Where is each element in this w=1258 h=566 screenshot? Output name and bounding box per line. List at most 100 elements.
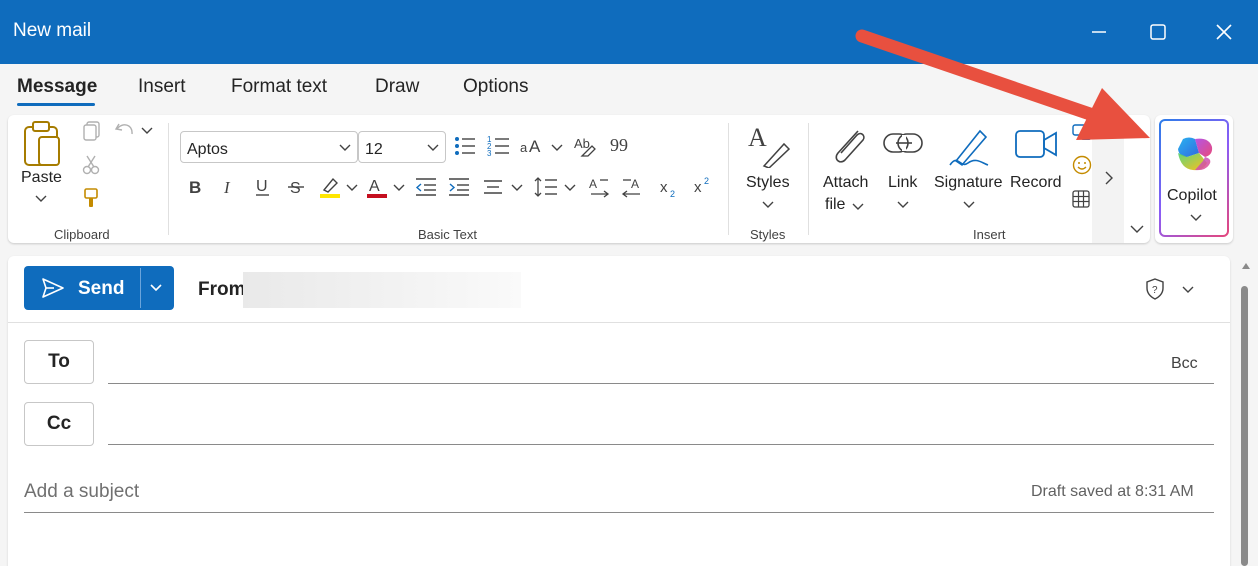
copilot-icon	[1178, 137, 1213, 171]
signature-chevron-down-icon[interactable]	[963, 201, 975, 209]
copy-icon[interactable]	[83, 121, 101, 141]
undo-icon[interactable]	[114, 120, 136, 140]
increase-indent-icon[interactable]	[447, 177, 471, 197]
svg-text:?: ?	[1152, 285, 1158, 296]
copilot-card: Copilot	[1155, 115, 1233, 243]
attach-file-label-1[interactable]: Attach	[823, 174, 868, 192]
paste-label[interactable]: Paste	[21, 169, 62, 187]
copilot-button[interactable]: Copilot	[1159, 119, 1229, 237]
styles-icon[interactable]: A	[746, 122, 790, 168]
align-chevron-down-icon[interactable]	[511, 184, 523, 192]
change-case-icon[interactable]: aA	[520, 135, 546, 157]
group-separator	[168, 123, 169, 235]
from-address-redacted	[243, 272, 521, 308]
scrollbar-thumb[interactable]	[1241, 286, 1248, 566]
from-label[interactable]: From	[198, 279, 246, 301]
clear-formatting-icon[interactable]: Ab	[574, 134, 596, 158]
svg-text:2: 2	[670, 189, 675, 198]
attach-file-chevron-down-icon[interactable]	[852, 203, 864, 211]
basic-text-group-label: Basic Text	[418, 227, 478, 242]
svg-text:x: x	[694, 179, 702, 195]
ribbon-expand-chevron-down-icon[interactable]	[1130, 225, 1144, 234]
line-spacing-chevron-down-icon[interactable]	[564, 184, 576, 192]
strikethrough-icon[interactable]: S	[287, 177, 305, 197]
decrease-indent-icon[interactable]	[414, 177, 438, 197]
superscript-icon[interactable]: x2	[693, 175, 713, 195]
group-separator	[808, 123, 809, 235]
svg-text:Ab: Ab	[574, 136, 590, 151]
window-title: New mail	[13, 20, 92, 41]
send-icon	[42, 278, 64, 298]
paste-chevron-down-icon[interactable]	[35, 195, 47, 203]
font-color-chevron-down-icon[interactable]	[393, 184, 405, 192]
link-label[interactable]: Link	[888, 174, 917, 192]
styles-label[interactable]: Styles	[746, 174, 790, 192]
quote-icon[interactable]: 99	[610, 137, 628, 153]
font-name-select[interactable]: Aptos	[180, 131, 358, 163]
clipboard-group-label: Clipboard	[54, 227, 110, 242]
underline-icon[interactable]: U	[254, 177, 272, 197]
close-icon	[1216, 24, 1232, 40]
tab-options[interactable]: Options	[463, 76, 528, 98]
close-button[interactable]	[1201, 14, 1247, 50]
svg-text:I: I	[223, 178, 231, 197]
svg-text:U: U	[256, 178, 268, 195]
font-color-icon[interactable]: A	[366, 175, 388, 199]
signature-label[interactable]: Signature	[934, 174, 1003, 192]
to-button[interactable]: To	[24, 340, 94, 384]
align-icon[interactable]	[483, 178, 503, 196]
send-button[interactable]: Send	[24, 266, 174, 310]
tab-format-text[interactable]: Format text	[231, 76, 327, 98]
group-separator	[728, 123, 729, 235]
paste-icon[interactable]	[22, 121, 62, 167]
link-chevron-down-icon[interactable]	[897, 201, 909, 209]
svg-text:99: 99	[610, 137, 628, 153]
svg-text:x: x	[660, 179, 668, 196]
cc-field[interactable]	[108, 444, 1214, 445]
subscript-icon[interactable]: x2	[659, 178, 679, 198]
ribbon-scroll-right-icon[interactable]	[1104, 171, 1114, 185]
sensitivity-shield-icon[interactable]: ?	[1145, 278, 1165, 300]
bullets-icon[interactable]	[454, 135, 476, 157]
emoji-icon[interactable]	[1072, 155, 1092, 175]
numbering-icon[interactable]: 123	[487, 134, 511, 158]
tab-insert[interactable]: Insert	[138, 76, 186, 98]
insert-group-label: Insert	[973, 227, 1006, 242]
scroll-up-icon[interactable]	[1241, 262, 1251, 270]
cc-button[interactable]: Cc	[24, 402, 94, 446]
svg-text:S: S	[290, 180, 301, 197]
bold-icon[interactable]: B	[188, 177, 204, 197]
format-painter-icon[interactable]	[84, 188, 98, 208]
undo-chevron-down-icon[interactable]	[141, 127, 153, 135]
highlight-chevron-down-icon[interactable]	[346, 184, 358, 192]
svg-text:A: A	[589, 177, 597, 191]
send-options-chevron-down-icon[interactable]	[150, 284, 162, 292]
styles-chevron-down-icon[interactable]	[762, 201, 774, 209]
record-label[interactable]: Record	[1010, 174, 1062, 192]
styles-group-label: Styles	[750, 227, 786, 242]
svg-text:a: a	[520, 140, 528, 155]
bcc-button[interactable]: Bcc	[1171, 355, 1198, 373]
change-case-chevron-down-icon[interactable]	[551, 144, 563, 152]
svg-text:2: 2	[704, 176, 709, 186]
from-options-chevron-down-icon[interactable]	[1182, 286, 1194, 294]
send-label: Send	[78, 278, 125, 299]
copilot-chevron-down-icon	[1190, 214, 1202, 221]
table-icon[interactable]	[1072, 190, 1090, 208]
tab-message[interactable]: Message	[17, 76, 97, 98]
tab-draw[interactable]: Draw	[375, 76, 419, 98]
italic-icon[interactable]: I	[222, 177, 238, 197]
subject-input[interactable]: Add a subject	[24, 481, 139, 503]
svg-text:3: 3	[487, 149, 492, 158]
to-field[interactable]	[108, 383, 1214, 384]
line-spacing-icon[interactable]	[534, 176, 558, 198]
rtl-text-icon[interactable]: A	[621, 176, 643, 198]
attach-file-label-2[interactable]: file	[825, 196, 845, 214]
font-size-value: 12	[365, 141, 383, 158]
ltr-text-icon[interactable]: A	[588, 176, 610, 198]
svg-text:A: A	[369, 178, 380, 195]
cut-icon[interactable]	[82, 155, 100, 175]
draft-status: Draft saved at 8:31 AM	[1031, 483, 1194, 500]
font-size-select[interactable]: 12	[358, 131, 446, 163]
highlight-icon[interactable]	[318, 175, 342, 199]
